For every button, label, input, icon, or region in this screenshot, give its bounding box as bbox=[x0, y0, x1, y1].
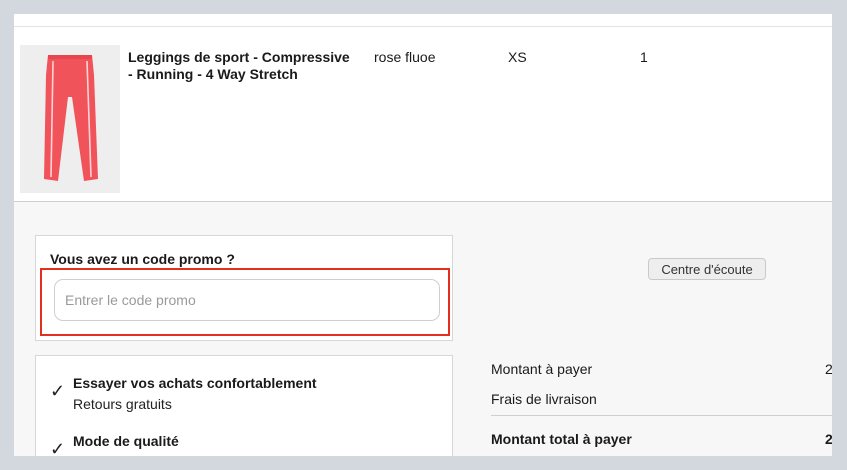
checkout-page: Leggings de sport - Compressive - Runnin… bbox=[14, 14, 832, 456]
benefit-title: Mode de qualité bbox=[73, 433, 179, 449]
summary-divider bbox=[491, 415, 832, 416]
total-label: Montant total à payer bbox=[491, 431, 632, 447]
benefit-title: Essayer vos achats confortablement bbox=[73, 375, 317, 391]
product-name[interactable]: Leggings de sport - Compressive - Runnin… bbox=[128, 49, 358, 83]
amount-value: 2 bbox=[825, 361, 832, 377]
promo-input-highlight bbox=[40, 268, 450, 336]
amount-label: Montant à payer bbox=[491, 361, 593, 377]
product-size: XS bbox=[508, 49, 527, 65]
product-quantity: 1 bbox=[640, 49, 648, 65]
leggings-image bbox=[44, 55, 98, 181]
promo-code-input[interactable] bbox=[54, 279, 440, 321]
total-value: 2 bbox=[825, 431, 832, 447]
check-icon: ✓ bbox=[50, 439, 66, 456]
product-color: rose fluoe bbox=[374, 49, 436, 65]
shipping-label: Frais de livraison bbox=[491, 391, 597, 407]
benefits-card: ✓ Essayer vos achats confortablement Ret… bbox=[35, 355, 453, 456]
product-image[interactable] bbox=[20, 45, 120, 193]
check-icon: ✓ bbox=[50, 381, 66, 401]
help-center-button[interactable]: Centre d'écoute bbox=[648, 258, 766, 280]
cart-item-row: Leggings de sport - Compressive - Runnin… bbox=[14, 27, 832, 202]
promo-code-card: Vous avez un code promo ? bbox=[35, 235, 453, 341]
promo-code-title: Vous avez un code promo ? bbox=[50, 251, 235, 267]
benefit-subtitle: Retours gratuits bbox=[73, 396, 172, 412]
checkout-summary-area: Vous avez un code promo ? ✓ Essayer vos … bbox=[14, 202, 832, 456]
